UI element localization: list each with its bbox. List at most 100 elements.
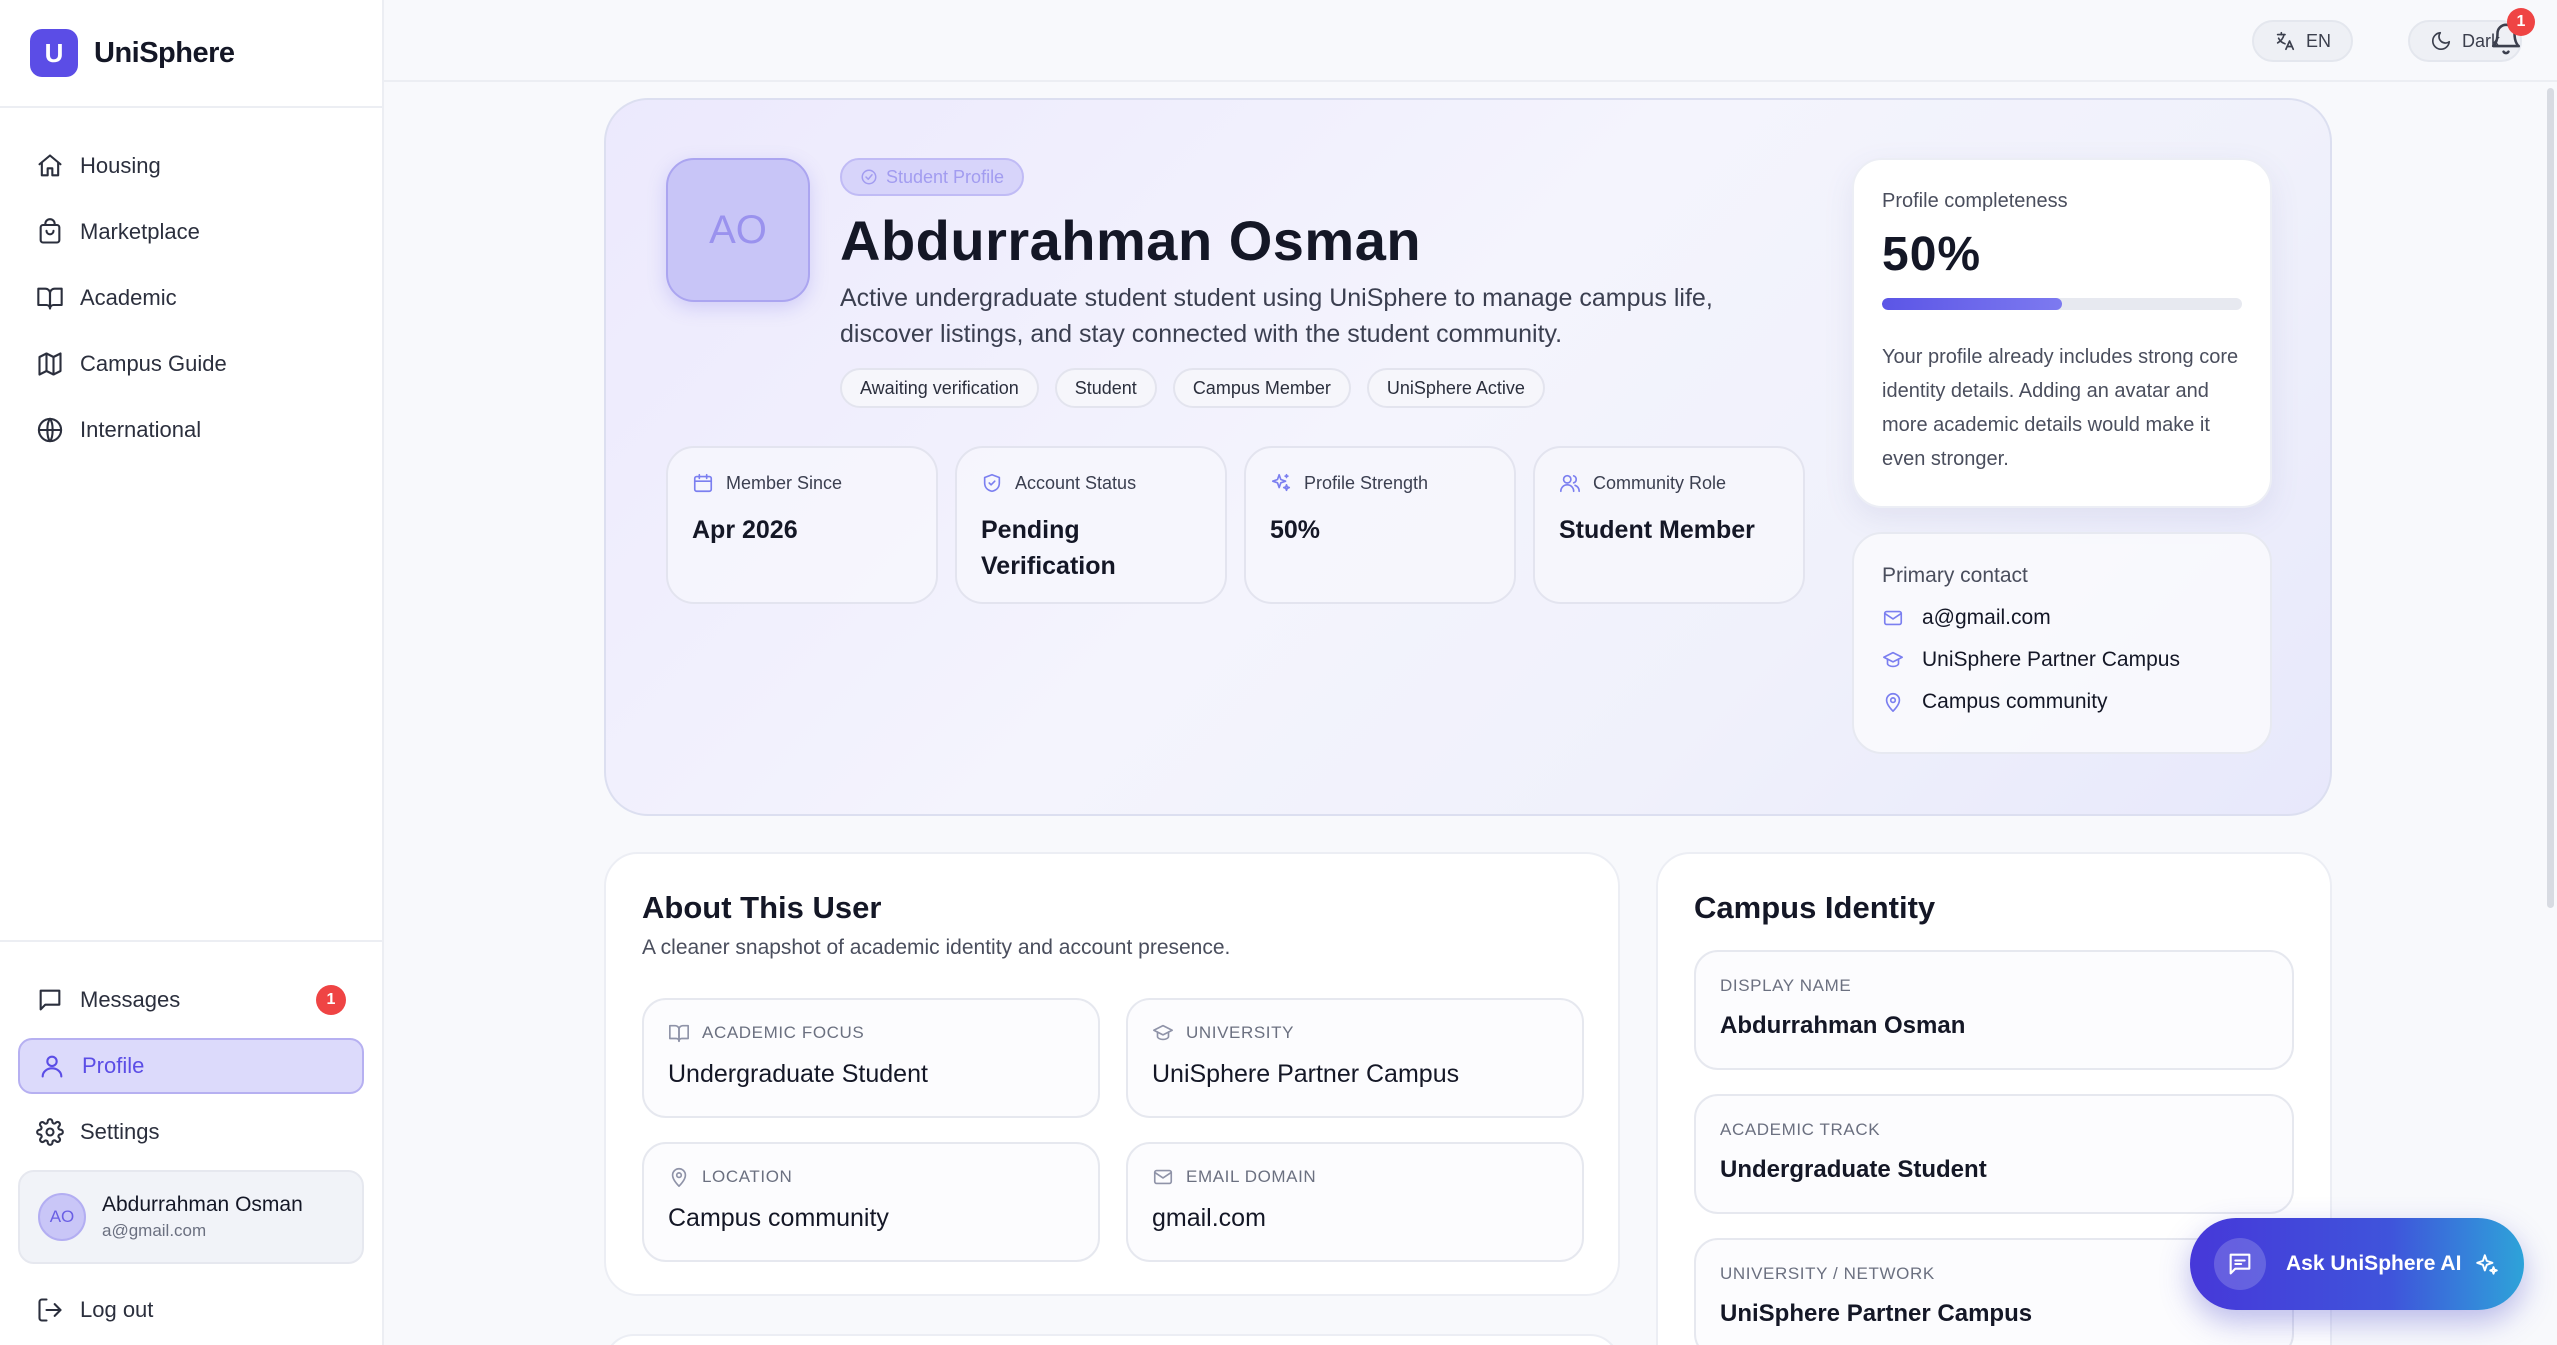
about-user-card: About This User A cleaner snapshot of ac… (604, 852, 1620, 1296)
completeness-progress-bar (1882, 298, 2242, 310)
contact-university: UniSphere Partner Campus (1882, 648, 2242, 672)
calendar-icon (693, 473, 713, 493)
completeness-label: Profile completeness (1882, 190, 2068, 212)
sidebar-item-label: Profile (82, 1053, 145, 1078)
shield-check-icon (983, 473, 1001, 493)
user-card[interactable]: AO Abdurrahman Osman a@gmail.com (18, 1170, 364, 1264)
page-scrollbar[interactable] (2543, 82, 2557, 908)
sidebar: U UniSphere Housing Marketplace Academic… (0, 0, 384, 1345)
brand[interactable]: U UniSphere (0, 0, 382, 108)
identity-value: Undergraduate Student (1720, 1156, 1987, 1183)
moon-icon (2431, 31, 2451, 51)
sidebar-item-marketplace[interactable]: Marketplace (18, 204, 364, 260)
sidebar-item-housing[interactable]: Housing (18, 138, 364, 194)
info-value: Undergraduate Student (668, 1060, 928, 1088)
mail-icon (1153, 1169, 1173, 1185)
completeness-description: Your profile already includes strong cor… (1882, 346, 2239, 470)
completeness-value: 50% (1882, 228, 1982, 281)
stat-label-text: Member Since (726, 472, 843, 493)
stat-label-text: Community Role (1593, 472, 1727, 493)
home-icon (38, 154, 62, 177)
logout-button[interactable]: Log out (18, 1282, 364, 1338)
avatar: AO (38, 1193, 86, 1241)
about-title: About This User (642, 890, 882, 925)
info-label: LOCATION (668, 1166, 1074, 1188)
stat-label-text: Account Status (1015, 472, 1137, 493)
contact-text: UniSphere Partner Campus (1922, 648, 2180, 671)
ask-ai-button[interactable]: Ask UniSphere AI (2190, 1218, 2524, 1310)
scrollbar-thumb[interactable] (2547, 88, 2554, 908)
stat-value: Student Member (1559, 516, 1755, 544)
language-toggle[interactable]: EN (2252, 20, 2354, 62)
book-icon (37, 287, 63, 310)
brand-name: UniSphere (94, 36, 235, 69)
brand-logo: U (30, 29, 78, 77)
check-circle-icon (861, 169, 877, 185)
identity-label: UNIVERSITY / NETWORK (1720, 1264, 1935, 1283)
stat-label: Member Since (692, 472, 912, 494)
sidebar-item-label: Campus Guide (80, 351, 227, 376)
sidebar-item-campus-guide[interactable]: Campus Guide (18, 336, 364, 392)
sidebar-item-settings[interactable]: Settings (18, 1104, 364, 1160)
contact-text: Campus community (1922, 690, 2108, 713)
gear-icon (36, 1118, 64, 1146)
sidebar-item-international[interactable]: International (18, 402, 364, 458)
profile-stats: Member Since Apr 2026 Account Status Pen… (666, 446, 1822, 604)
sidebar-item-profile[interactable]: Profile (18, 1038, 364, 1094)
sidebar-item-label: Academic (80, 285, 177, 310)
sidebar-item-label: Settings (80, 1119, 160, 1144)
stat-label: Account Status (981, 472, 1201, 494)
info-label: ACADEMIC FOCUS (668, 1022, 1074, 1044)
identity-academic-track: ACADEMIC TRACK Undergraduate Student (1694, 1094, 2294, 1214)
sidebar-item-messages[interactable]: Messages 1 (18, 972, 364, 1028)
profile-completeness-card: Profile completeness 50% Your profile al… (1852, 158, 2272, 508)
info-label: UNIVERSITY (1152, 1022, 1558, 1044)
identity-label: ACADEMIC TRACK (1720, 1120, 1881, 1139)
map-icon (38, 352, 62, 376)
chat-icon (2229, 1253, 2251, 1275)
notifications-badge: 1 (2507, 8, 2535, 36)
main-nav: Housing Marketplace Academic Campus Guid… (0, 108, 382, 458)
identity-value: UniSphere Partner Campus (1720, 1300, 2033, 1327)
identity-label: DISPLAY NAME (1720, 976, 1852, 995)
status-chip: Awaiting verification (840, 368, 1039, 408)
language-label: EN (2306, 30, 2332, 51)
topbar: EN Dark 1 (384, 0, 2557, 82)
stat-value: Apr 2026 (692, 516, 798, 544)
notifications-button[interactable]: 1 (2489, 8, 2535, 58)
info-label: EMAIL DOMAIN (1152, 1166, 1558, 1188)
profile-tag-label: Student Profile (886, 166, 1005, 187)
info-location: LOCATION Campus community (642, 1142, 1100, 1262)
info-label-text: UNIVERSITY (1186, 1023, 1295, 1042)
stat-value: 50% (1270, 516, 1321, 544)
info-label-text: LOCATION (702, 1167, 793, 1186)
graduation-cap-icon (1153, 1024, 1173, 1041)
profile-tag: Student Profile (840, 158, 1025, 196)
stat-account-status: Account Status Pending Verification (955, 446, 1227, 604)
stat-profile-strength: Profile Strength 50% (1244, 446, 1516, 604)
message-square-icon (39, 989, 61, 1011)
identity-display-name: DISPLAY NAME Abdurrahman Osman (1694, 950, 2294, 1070)
status-chip: UniSphere Active (1366, 368, 1545, 408)
contact-label: Primary contact (1882, 564, 2028, 587)
user-icon (41, 1055, 63, 1078)
info-label-text: EMAIL DOMAIN (1186, 1167, 1317, 1186)
stat-label-text: Profile Strength (1304, 472, 1429, 493)
about-info-grid: ACADEMIC FOCUS Undergraduate Student UNI… (642, 998, 1586, 1262)
identity-value: Abdurrahman Osman (1720, 1012, 1966, 1039)
globe-icon (37, 417, 63, 443)
mail-icon (1883, 610, 1903, 626)
user-info: Abdurrahman Osman a@gmail.com (102, 1193, 303, 1241)
page-title: Abdurrahman Osman (840, 209, 1422, 272)
sidebar-item-academic[interactable]: Academic (18, 270, 364, 326)
sidebar-item-label: Messages (80, 987, 181, 1012)
status-chip: Campus Member (1172, 368, 1351, 408)
profile-avatar: AO (666, 158, 810, 302)
ask-ai-icon-wrap (2214, 1238, 2266, 1290)
logout-label: Log out (80, 1297, 154, 1322)
contact-email[interactable]: a@gmail.com (1882, 606, 2242, 630)
primary-contact-card: Primary contact a@gmail.com UniSphere Pa… (1852, 532, 2272, 754)
stat-community-role: Community Role Student Member (1533, 446, 1805, 604)
sidebar-item-label: Marketplace (80, 219, 200, 244)
profile-hero: AO Student Profile Abdurrahman Osman Act… (604, 98, 2332, 816)
